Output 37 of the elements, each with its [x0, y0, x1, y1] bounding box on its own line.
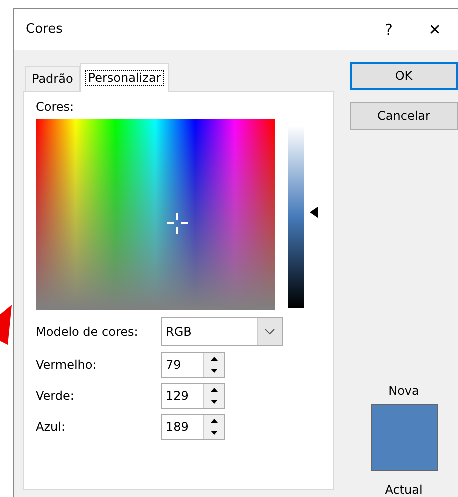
help-button[interactable]: ?	[366, 9, 412, 50]
color-swatch	[370, 404, 438, 471]
field-label: Verde:	[36, 389, 76, 403]
luminosity-bar[interactable]	[288, 126, 304, 308]
down-triangle-icon	[210, 369, 218, 373]
down-triangle-icon	[210, 431, 218, 435]
preview-label: Actual	[385, 483, 423, 497]
color-model-dropdown[interactable]: RGB	[161, 317, 283, 346]
spin-up-button[interactable]	[204, 415, 224, 427]
up-triangle-icon	[210, 357, 218, 361]
spin-up-button[interactable]	[204, 384, 224, 396]
spin-down-button[interactable]	[204, 427, 224, 439]
slider-arrow-icon[interactable]	[310, 207, 318, 218]
up-triangle-icon	[210, 388, 218, 392]
number-spinner[interactable]: 79	[161, 352, 225, 378]
color-spectrum[interactable]	[36, 119, 275, 310]
field-label: Vermelho:	[36, 358, 98, 372]
chevron-down-icon	[265, 328, 275, 334]
dialog-button[interactable]: OK	[350, 62, 458, 90]
section-label: Cores:	[36, 100, 76, 114]
arrow-icon	[0, 305, 12, 345]
up-triangle-icon	[210, 419, 218, 423]
window-title: Cores	[26, 22, 64, 37]
spin-down-button[interactable]	[204, 396, 224, 408]
field-label: Azul:	[36, 420, 66, 434]
number-spinner[interactable]: 129	[161, 383, 225, 409]
spin-down-button[interactable]	[204, 365, 224, 377]
preview-label: Nova	[388, 384, 420, 398]
down-triangle-icon	[210, 400, 218, 404]
tab[interactable]: Padrão	[25, 66, 80, 91]
crosshair-icon	[167, 213, 188, 234]
close-button[interactable]: ✕	[412, 9, 458, 50]
tab[interactable]: Personalizar	[80, 63, 170, 92]
field-label: Modelo de cores:	[36, 324, 140, 338]
spin-up-button[interactable]	[204, 353, 224, 365]
dialog-button[interactable]: Cancelar	[350, 102, 458, 130]
number-spinner[interactable]: 189	[161, 414, 225, 440]
